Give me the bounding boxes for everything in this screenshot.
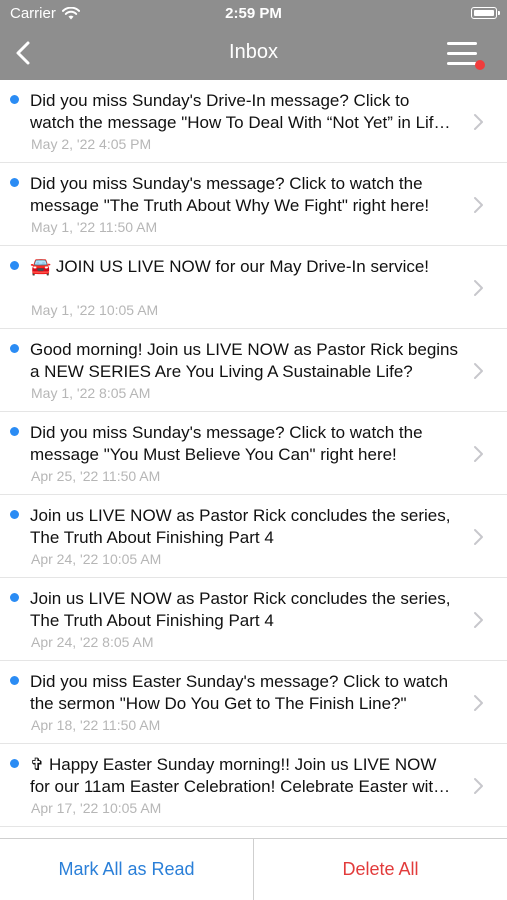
- page-title: Inbox: [229, 41, 278, 63]
- message-row[interactable]: Join us LIVE NOW as Pastor Rick conclude…: [0, 578, 507, 661]
- message-text: Join us LIVE NOW as Pastor Rick conclude…: [30, 506, 451, 547]
- menu-line: [447, 42, 477, 45]
- message-list[interactable]: Did you miss Sunday's Drive-In message? …: [0, 80, 507, 838]
- message-text: Did you miss Sunday's message? Click to …: [30, 423, 423, 464]
- unread-dot-icon: [10, 759, 19, 768]
- unread-dot-icon: [10, 344, 19, 353]
- unread-dot-icon: [10, 178, 19, 187]
- chevron-right-icon: [474, 446, 483, 462]
- message-row[interactable]: Did you miss Sunday's Drive-In message? …: [0, 80, 507, 163]
- chevron-right-icon: [474, 612, 483, 628]
- message-row[interactable]: ✞ Happy Easter Sunday morning!! Join us …: [0, 744, 507, 827]
- message-text: Did you miss Sunday's Drive-In message? …: [30, 91, 450, 132]
- message-row[interactable]: Did you miss Sunday's message? Click to …: [0, 163, 507, 246]
- message-row[interactable]: Good morning! Join us LIVE NOW as Pastor…: [0, 329, 507, 412]
- delete-all-button[interactable]: Delete All: [254, 839, 507, 900]
- status-bar: Carrier 2:59 PM: [0, 0, 507, 28]
- unread-dot-icon: [10, 95, 19, 104]
- message-date: Apr 24, '22 8:05 AM: [31, 634, 154, 650]
- unread-dot-icon: [10, 427, 19, 436]
- unread-dot-icon: [10, 676, 19, 685]
- message-row[interactable]: Join us LIVE NOW as Pastor Rick conclude…: [0, 495, 507, 578]
- menu-line: [447, 62, 477, 65]
- message-row[interactable]: Did you miss Easter Sunday's message? Cl…: [0, 661, 507, 744]
- message-date: Apr 17, '22 10:05 AM: [31, 800, 162, 816]
- unread-dot-icon: [10, 261, 19, 270]
- menu-line: [447, 52, 477, 55]
- chevron-right-icon: [474, 529, 483, 545]
- message-date: May 1, '22 11:50 AM: [31, 219, 158, 235]
- footer-toolbar: Mark All as Read Delete All: [0, 838, 507, 900]
- unread-dot-icon: [10, 593, 19, 602]
- nav-bar: Inbox: [0, 28, 507, 80]
- unread-dot-icon: [10, 510, 19, 519]
- menu-button[interactable]: [447, 40, 485, 70]
- message-text: Did you miss Sunday's message? Click to …: [30, 174, 430, 215]
- battery-icon: [471, 7, 500, 19]
- message-date: May 2, '22 4:05 PM: [31, 136, 152, 152]
- message-row[interactable]: 🚘 JOIN US LIVE NOW for our May Drive-In …: [0, 246, 507, 329]
- chevron-right-icon: [474, 280, 483, 296]
- chevron-right-icon: [474, 695, 483, 711]
- message-text: Good morning! Join us LIVE NOW as Pastor…: [30, 340, 458, 381]
- chevron-right-icon: [474, 197, 483, 213]
- chevron-right-icon: [474, 114, 483, 130]
- mark-all-read-button[interactable]: Mark All as Read: [0, 839, 253, 900]
- chevron-right-icon: [474, 363, 483, 379]
- message-date: Apr 25, '22 11:50 AM: [31, 468, 161, 484]
- notification-badge: [475, 60, 485, 70]
- chevron-right-icon: [474, 778, 483, 794]
- message-date: Apr 24, '22 10:05 AM: [31, 551, 162, 567]
- message-text: Did you miss Easter Sunday's message? Cl…: [30, 672, 449, 713]
- clock: 2:59 PM: [225, 5, 282, 22]
- message-date: May 1, '22 10:05 AM: [31, 302, 159, 318]
- message-date: May 1, '22 8:05 AM: [31, 385, 151, 401]
- message-text: ✞ Happy Easter Sunday morning!! Join us …: [30, 755, 443, 796]
- message-text: Join us LIVE NOW as Pastor Rick conclude…: [30, 589, 451, 630]
- message-date: Apr 18, '22 11:50 AM: [31, 717, 161, 733]
- message-text: 🚘 JOIN US LIVE NOW for our May Drive-In …: [30, 257, 430, 276]
- message-row[interactable]: Did you miss Sunday's message? Click to …: [0, 412, 507, 495]
